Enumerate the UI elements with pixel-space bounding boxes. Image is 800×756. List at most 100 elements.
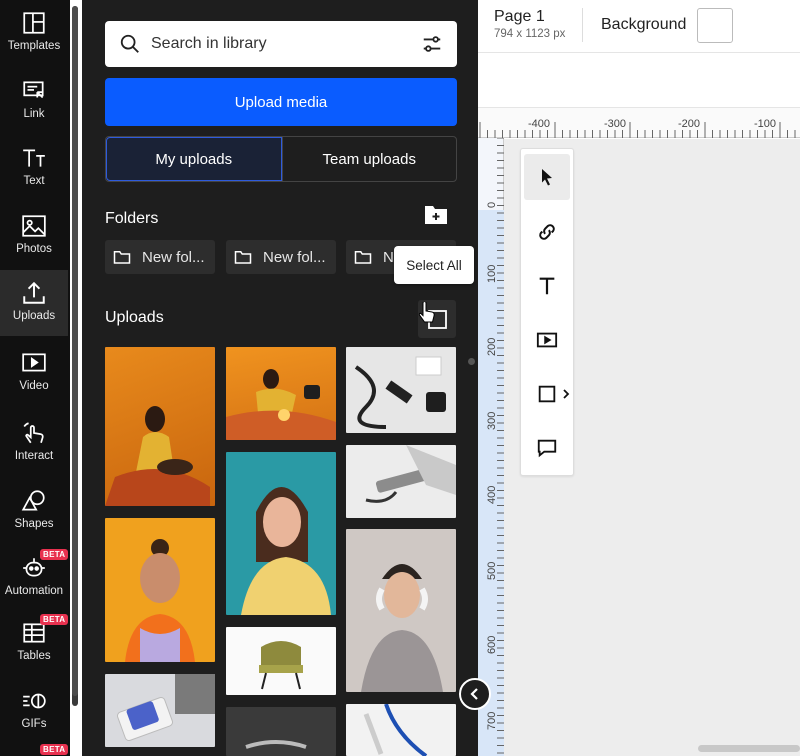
sidebar-item-automation[interactable]: BETA Automation (0, 545, 69, 611)
sidebar-item-label: Templates (7, 40, 61, 52)
horizontal-scrollbar[interactable] (698, 745, 800, 752)
ruler-label: 0 (486, 201, 498, 208)
select-tool[interactable] (524, 154, 570, 200)
ruler-ticks (497, 138, 504, 754)
pointer-cursor-icon (418, 302, 435, 323)
ruler-label: -300 (604, 118, 627, 130)
gifs-icon (23, 693, 46, 709)
text-icon (23, 149, 45, 167)
templates-icon (23, 12, 45, 34)
tab-my-uploads[interactable]: My uploads (106, 137, 282, 181)
cables-photo (354, 356, 446, 429)
sidebar-item-label: GIFs (21, 718, 47, 730)
chevron-right-icon (563, 389, 570, 399)
ruler-label: -400 (528, 118, 551, 130)
canvas-toolbar (520, 148, 574, 476)
upload-thumbnail[interactable] (226, 452, 336, 615)
sidebar-item-tables[interactable]: BETA Tables (0, 610, 69, 676)
beta-badge: BETA (40, 744, 69, 755)
sidebar-item-label: Link (23, 108, 45, 120)
woman-lying-photo (226, 369, 336, 440)
ruler-ticks (479, 122, 796, 138)
search-input[interactable]: Search in library (105, 21, 457, 67)
sidebar-item-text[interactable]: Text (0, 135, 68, 201)
folder-item[interactable]: New fol... (226, 240, 336, 274)
ruler-label: 100 (486, 264, 498, 283)
background-label: Background (601, 16, 687, 33)
panel-scrollbar[interactable] (468, 358, 475, 365)
link-icon (539, 224, 555, 240)
sidebar-item-label: Tables (17, 650, 51, 662)
sidebar-item-templates[interactable]: Templates (0, 0, 68, 66)
chevron-left-icon (470, 688, 478, 700)
upload-thumbnail[interactable] (226, 347, 336, 440)
sidebar-item-label: Photos (16, 243, 52, 255)
vertical-ruler: 0 100 200 300 400 500 600 700 (478, 138, 504, 756)
beta-badge: BETA (40, 549, 69, 560)
sidebar-item-label: Shapes (14, 518, 54, 530)
text-icon (539, 277, 555, 295)
upload-thumbnail[interactable] (226, 707, 336, 756)
cursor-arrow-icon (542, 169, 552, 186)
upload-thumbnail[interactable] (346, 529, 456, 692)
sidebar-item-link[interactable]: Link (0, 68, 68, 134)
search-placeholder: Search in library (151, 35, 267, 52)
collapse-panel-button[interactable] (459, 678, 491, 710)
link-tool[interactable] (524, 209, 570, 255)
woman-portrait-photo (125, 539, 195, 662)
upload-thumbnail[interactable] (346, 704, 456, 756)
ruler-label: 500 (486, 561, 498, 580)
text-tool[interactable] (524, 263, 570, 309)
video-tool[interactable] (524, 317, 570, 363)
ruler-label: 400 (486, 485, 498, 504)
upload-thumbnail[interactable] (105, 518, 215, 662)
upload-thumbnail[interactable] (105, 347, 215, 506)
uploads-title: Uploads (105, 309, 164, 326)
comment-tool[interactable] (524, 425, 570, 471)
tab-team-uploads[interactable]: Team uploads (281, 137, 457, 181)
sidebar-item-uploads[interactable]: Uploads (0, 270, 68, 336)
add-folder-icon[interactable] (424, 203, 448, 225)
photos-icon (22, 215, 46, 237)
sidebar-item-label: Uploads (12, 310, 56, 322)
search-icon (120, 34, 139, 53)
ruler-label: -100 (754, 118, 777, 130)
cable-photo (245, 740, 307, 749)
horizontal-ruler: -400 -300 -200 -100 (478, 108, 800, 138)
sidebar-item-label: Automation (4, 585, 64, 597)
uploads-icon (23, 281, 45, 304)
divider (582, 8, 583, 42)
man-headphones-photo (361, 564, 443, 692)
upload-media-button[interactable]: Upload media (105, 78, 457, 126)
upload-thumbnail[interactable] (346, 445, 456, 518)
nav-rail: Templates Link Text Photos Uploads Video… (0, 0, 70, 756)
upload-thumbnail[interactable] (105, 674, 215, 747)
ruler-label: 300 (486, 411, 498, 430)
sidebar-item-photos[interactable]: Photos (0, 203, 68, 269)
video-icon (536, 332, 558, 348)
folder-icon (234, 251, 252, 264)
video-icon (22, 353, 46, 372)
sidebar-item-shapes[interactable]: Shapes (0, 478, 68, 544)
ruler-label: 700 (486, 711, 498, 730)
editor-area: Page 1 794 x 1123 px Background -400 -30… (478, 0, 800, 756)
sidebar-item-interact[interactable]: Interact (0, 410, 68, 476)
square-icon (538, 385, 556, 403)
sidebar-item-video[interactable]: Video (0, 340, 68, 406)
background-color-swatch[interactable] (697, 8, 733, 43)
folder-icon (113, 251, 131, 264)
link-icon (23, 81, 44, 99)
interact-icon (23, 422, 44, 444)
rail-scrollbar-thumb[interactable] (72, 6, 78, 696)
usb-hub-photo (365, 445, 456, 503)
sidebar-item-gifs[interactable]: GIFs (0, 678, 68, 744)
shape-tool[interactable] (524, 371, 570, 417)
ruler-label: 600 (486, 635, 498, 654)
filter-icon[interactable] (421, 33, 443, 55)
uploads-panel: Search in library Upload media My upload… (82, 0, 478, 756)
folder-item[interactable]: New fol... (105, 240, 215, 274)
ruler-label: -200 (678, 118, 701, 130)
select-all-tooltip: Select All (394, 246, 474, 284)
upload-thumbnail[interactable] (226, 627, 336, 695)
upload-thumbnail[interactable] (346, 347, 456, 433)
